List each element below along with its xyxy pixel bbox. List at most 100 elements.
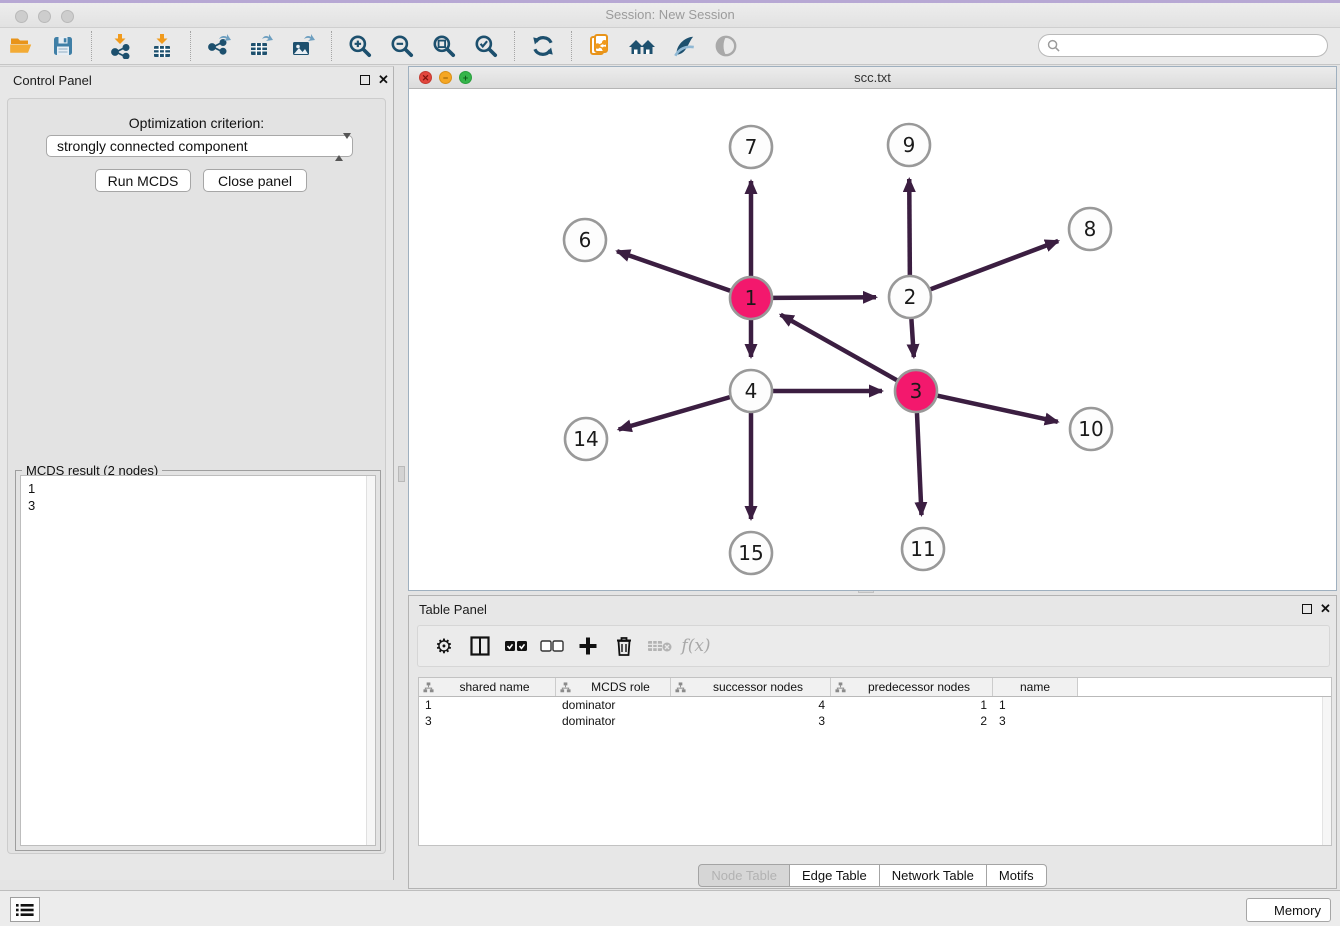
- network-window-title: scc.txt: [409, 70, 1336, 85]
- list-icon: [16, 903, 34, 917]
- table-row[interactable]: 1 dominator 4 1 1: [419, 697, 1331, 713]
- zoom-selected-icon[interactable]: [469, 31, 503, 61]
- table-header-row: shared name MCDS role successor nodes pr…: [419, 678, 1331, 697]
- graph-node-label: 2: [904, 285, 917, 309]
- table-scrollbar[interactable]: [1322, 697, 1331, 845]
- main-toolbar: [0, 28, 1340, 65]
- graph-edge-2-3[interactable]: [911, 319, 913, 357]
- open-session-icon[interactable]: [4, 31, 38, 61]
- criterion-dropdown[interactable]: strongly connected component: [46, 135, 353, 157]
- graph-edge-2-9[interactable]: [909, 179, 910, 275]
- import-network-icon[interactable]: [103, 31, 137, 61]
- import-table-icon[interactable]: [145, 31, 179, 61]
- search-icon: [1047, 39, 1060, 52]
- mcds-result-scrollbar[interactable]: [366, 476, 375, 845]
- mcds-panel: Optimization criterion: strongly connect…: [7, 98, 386, 854]
- graph-node-label: 7: [745, 135, 758, 159]
- network-window-titlebar[interactable]: ✕ − + scc.txt: [409, 67, 1336, 89]
- splitter-grip[interactable]: [398, 466, 405, 482]
- graph-node-label: 1: [745, 286, 758, 310]
- tab-edge-table[interactable]: Edge Table: [790, 864, 880, 887]
- window-title: Session: New Session: [0, 7, 1340, 22]
- titlebar[interactable]: Session: New Session: [0, 3, 1340, 28]
- column-header-successor-nodes[interactable]: successor nodes: [671, 678, 831, 696]
- select-all-columns-icon[interactable]: [498, 629, 534, 663]
- table-toolbar: ⚙ f(x): [417, 625, 1330, 667]
- fit-content-icon[interactable]: [427, 31, 461, 61]
- graph-edge-4-14[interactable]: [619, 397, 730, 429]
- zoom-out-icon[interactable]: [385, 31, 419, 61]
- network-view-window: ✕ − + scc.txt 7968124314101511: [408, 66, 1337, 591]
- search-box[interactable]: [1038, 34, 1328, 57]
- column-type-icon: [835, 682, 846, 693]
- deselect-all-columns-icon[interactable]: [534, 629, 570, 663]
- close-panel-button[interactable]: Close panel: [203, 169, 307, 192]
- graph-edge-1-2[interactable]: [773, 297, 876, 298]
- close-panel-icon[interactable]: ✕: [378, 72, 389, 88]
- clone-network-icon[interactable]: [583, 31, 617, 61]
- apply-style-icon[interactable]: [667, 31, 701, 61]
- node-table[interactable]: shared name MCDS role successor nodes pr…: [418, 677, 1332, 846]
- graph-node-label: 6: [579, 228, 592, 252]
- column-header-name[interactable]: name: [993, 678, 1078, 696]
- toolbar-separator: [571, 31, 572, 61]
- graph-node-label: 8: [1084, 217, 1097, 241]
- mcds-result-group: MCDS result (2 nodes) 1 3: [15, 470, 381, 851]
- zoom-in-icon[interactable]: [343, 31, 377, 61]
- refresh-icon[interactable]: [526, 31, 560, 61]
- status-bar: Memory: [0, 890, 1340, 926]
- search-input[interactable]: [1065, 39, 1319, 53]
- toggle-panels-icon[interactable]: [462, 629, 498, 663]
- first-neighbors-icon[interactable]: [625, 31, 659, 61]
- graph-edge-3-1[interactable]: [781, 315, 897, 381]
- graph-edge-3-10[interactable]: [937, 396, 1057, 422]
- export-network-icon[interactable]: [202, 31, 236, 61]
- graph-edge-3-11[interactable]: [917, 413, 922, 515]
- column-type-icon: [560, 682, 571, 693]
- memory-button[interactable]: Memory: [1246, 898, 1331, 922]
- export-image-icon[interactable]: [286, 31, 320, 61]
- save-session-icon[interactable]: [46, 31, 80, 61]
- dropdown-stepper-icon: [335, 139, 346, 155]
- table-row[interactable]: 3 dominator 3 2 3: [419, 713, 1331, 729]
- column-type-icon: [675, 682, 686, 693]
- column-header-mcds-role[interactable]: MCDS role: [556, 678, 671, 696]
- control-panel: Control Panel ✕ Network Style Select MCD…: [0, 66, 394, 880]
- float-panel-icon[interactable]: [1302, 604, 1312, 614]
- toolbar-separator: [91, 31, 92, 61]
- table-panel-title: Table Panel: [419, 602, 487, 617]
- mcds-result-line: 1: [28, 480, 375, 497]
- optimization-criterion-label: Optimization criterion:: [8, 115, 385, 131]
- graph-node-label: 9: [903, 133, 916, 157]
- graph-edge-2-8[interactable]: [931, 241, 1059, 289]
- network-graph[interactable]: 7968124314101511: [409, 89, 1336, 590]
- column-header-predecessor-nodes[interactable]: predecessor nodes: [831, 678, 993, 696]
- tab-network-table[interactable]: Network Table: [880, 864, 987, 887]
- tab-node-table[interactable]: Node Table: [698, 864, 790, 887]
- network-canvas[interactable]: 7968124314101511: [409, 89, 1336, 590]
- task-history-button[interactable]: [10, 897, 40, 922]
- run-mcds-button[interactable]: Run MCDS: [95, 169, 191, 192]
- delete-columns-icon[interactable]: [606, 629, 642, 663]
- graph-node-label: 3: [910, 379, 923, 403]
- add-column-icon[interactable]: [570, 629, 606, 663]
- toolbar-separator: [331, 31, 332, 61]
- column-header-shared-name[interactable]: shared name: [419, 678, 556, 696]
- mcds-result-text[interactable]: 1 3: [20, 475, 376, 846]
- tab-motifs[interactable]: Motifs: [987, 864, 1047, 887]
- function-builder-icon: f(x): [678, 629, 714, 663]
- export-table-icon[interactable]: [244, 31, 278, 61]
- show-graphics-icon[interactable]: [709, 31, 743, 61]
- float-panel-icon[interactable]: [360, 75, 370, 85]
- memory-label: Memory: [1274, 903, 1321, 918]
- memory-status-icon: [1256, 904, 1268, 916]
- graph-node-label: 4: [745, 379, 758, 403]
- graph-edge-1-6[interactable]: [617, 251, 730, 291]
- table-settings-icon[interactable]: ⚙: [426, 629, 462, 663]
- delete-table-icon: [642, 629, 678, 663]
- graph-node-label: 11: [910, 537, 935, 561]
- close-panel-icon[interactable]: ✕: [1320, 601, 1331, 617]
- mcds-result-line: 3: [28, 497, 375, 514]
- control-panel-title: Control Panel: [13, 73, 92, 88]
- toolbar-separator: [514, 31, 515, 61]
